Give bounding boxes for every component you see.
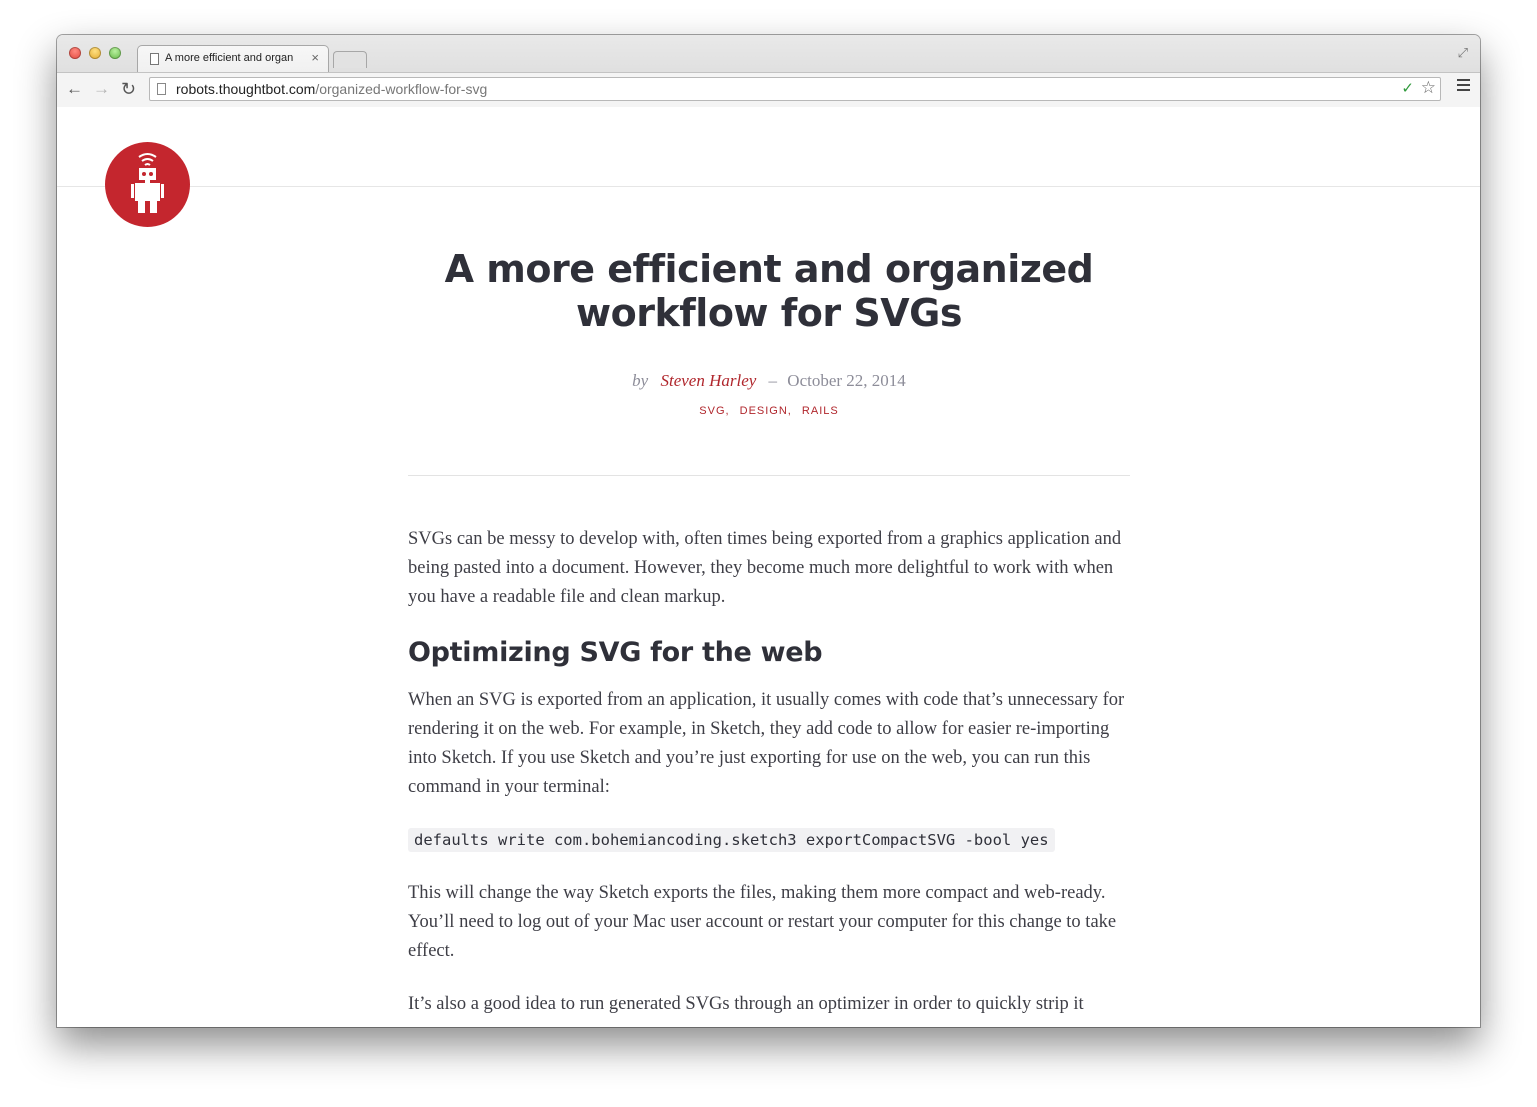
tag-list: SVG, DESIGN, RAILS: [408, 405, 1130, 417]
url-text[interactable]: robots.thoughtbot.com/organized-workflow…: [176, 81, 487, 97]
url-host: robots.thoughtbot.com: [176, 81, 316, 97]
author-link[interactable]: Steven Harley: [660, 371, 756, 390]
byline-label: by: [632, 371, 649, 390]
url-path: /organized-workflow-for-svg: [315, 81, 488, 97]
tab-active[interactable]: A more efficient and organ ×: [137, 45, 329, 72]
forward-button[interactable]: →: [93, 79, 110, 99]
reload-button[interactable]: ↻: [121, 79, 136, 99]
fullscreen-icon[interactable]: ⤢: [1458, 45, 1468, 61]
tag-rails[interactable]: RAILS: [802, 405, 839, 417]
back-button[interactable]: ←: [66, 79, 83, 99]
browser-toolbar: ← → ↻ robots.thoughtbot.com/organized-wo…: [57, 72, 1480, 107]
bookmark-star-icon[interactable]: ☆: [1421, 78, 1436, 98]
code-snippet: defaults write com.bohemiancoding.sketch…: [408, 828, 1055, 852]
address-bar[interactable]: robots.thoughtbot.com/organized-workflow…: [149, 77, 1441, 101]
paragraph-intro: SVGs can be messy to develop with, often…: [408, 529, 1122, 607]
menu-icon[interactable]: [1457, 79, 1470, 94]
browser-chrome: A more efficient and organ × ⤢ ← → ↻ rob…: [57, 35, 1480, 107]
paragraph-change: This will change the way Sketch exports …: [408, 883, 1117, 961]
tab-title: A more efficient and organ: [165, 52, 294, 64]
article-title-line1: A more efficient and organized: [444, 247, 1094, 291]
section-heading: Optimizing SVG for the web: [408, 637, 823, 668]
tag-svg[interactable]: SVG,: [699, 405, 729, 417]
document-icon: [150, 53, 159, 65]
meta-separator: –: [768, 371, 778, 390]
article-title: A more efficient and organized workflow …: [348, 247, 1190, 335]
browser-window: A more efficient and organ × ⤢ ← → ↻ rob…: [57, 35, 1480, 1027]
new-tab-button[interactable]: [333, 51, 367, 68]
page-icon: [157, 83, 166, 95]
article-divider: [408, 475, 1130, 476]
robot-icon: [131, 153, 164, 213]
paragraph-optimizer: It’s also a good idea to run generated S…: [408, 994, 1084, 1014]
extension-icon[interactable]: ✓: [1401, 79, 1414, 97]
tag-design[interactable]: DESIGN,: [740, 405, 792, 417]
site-logo[interactable]: [105, 142, 190, 227]
header-divider: [57, 186, 1480, 187]
article-title-line2: workflow for SVGs: [576, 291, 962, 335]
page-content: A more efficient and organized workflow …: [57, 107, 1480, 1027]
window-minimize-button[interactable]: [89, 47, 101, 59]
publish-date: October 22, 2014: [787, 371, 906, 390]
window-maximize-button[interactable]: [109, 47, 121, 59]
article-meta: by Steven Harley – October 22, 2014: [408, 371, 1130, 391]
window-close-button[interactable]: [69, 47, 81, 59]
tab-close-icon[interactable]: ×: [311, 50, 319, 65]
paragraph-export: When an SVG is exported from an applicat…: [408, 690, 1125, 797]
